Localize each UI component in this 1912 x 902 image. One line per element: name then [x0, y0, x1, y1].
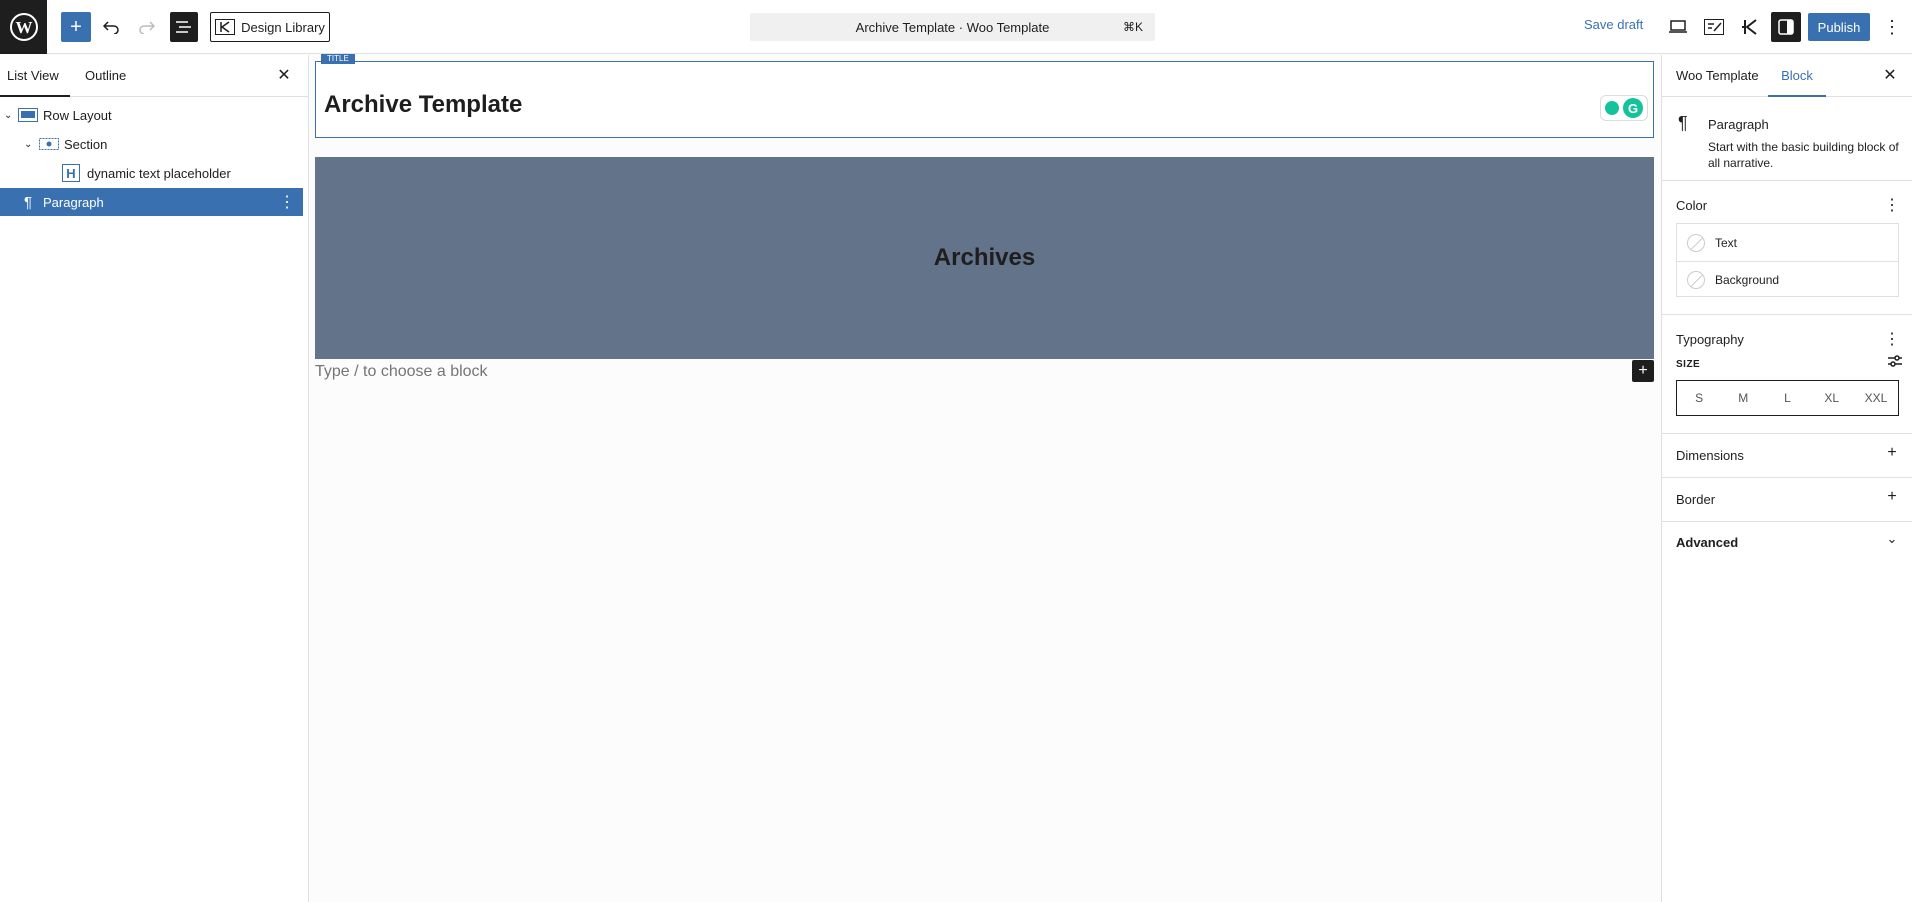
lightbulb-icon[interactable] — [1605, 101, 1619, 115]
options-menu-icon[interactable]: ⋮ — [1882, 12, 1902, 42]
tree-item-section[interactable]: ⌄ Section — [0, 130, 303, 158]
add-block-button[interactable]: + — [61, 12, 91, 42]
size-option[interactable]: XXL — [1854, 381, 1898, 415]
close-icon[interactable]: ✕ — [1880, 66, 1900, 86]
block-type-tag: TITLE — [321, 54, 355, 64]
tree-item-label: dynamic text placeholder — [87, 165, 231, 181]
dimensions-panel[interactable]: Dimensions + — [1662, 434, 1912, 478]
tree-item-dynamic-text[interactable]: H dynamic text placeholder — [0, 159, 303, 187]
title-block[interactable]: TITLE Archive Template G — [315, 54, 1654, 138]
tab-woo-template[interactable]: Woo Template — [1676, 55, 1759, 97]
document-overview-icon[interactable] — [170, 12, 198, 42]
list-view-panel: List View Outline ✕ ⌄ Row Layout ⌄ Secti… — [0, 55, 309, 902]
plus-icon[interactable]: + — [1882, 488, 1902, 506]
border-title: Border — [1676, 492, 1716, 507]
custom-size-icon[interactable] — [1888, 355, 1902, 370]
close-icon[interactable]: ✕ — [274, 66, 294, 86]
options-icon[interactable]: ⋮ — [1882, 329, 1902, 349]
color-panel: Color ⋮ Text Background — [1662, 181, 1912, 315]
color-title: Color — [1676, 198, 1708, 213]
grammarly-widget[interactable]: G — [1600, 95, 1648, 121]
tree-item-label: Paragraph — [43, 194, 104, 210]
wordpress-logo-icon[interactable]: W — [0, 0, 47, 54]
kadence-controls-icon[interactable] — [1735, 12, 1765, 42]
heading-icon: H — [61, 164, 81, 182]
settings-sidebar-icon[interactable] — [1771, 12, 1801, 42]
color-options: Text Background — [1676, 223, 1899, 297]
save-draft-button[interactable]: Save draft — [1584, 17, 1643, 32]
chevron-down-icon[interactable]: ⌄ — [1882, 531, 1902, 547]
desktop-preview-icon[interactable] — [1663, 12, 1693, 42]
block-name: Paragraph — [1708, 117, 1769, 132]
background-color-option[interactable]: Background — [1677, 261, 1898, 298]
font-size-picker: S M L XL XXL — [1676, 380, 1899, 416]
block-card: ¶ Paragraph Start with the basic buildin… — [1662, 97, 1912, 181]
empty-swatch-icon — [1687, 271, 1705, 289]
tree-item-label: Section — [64, 136, 108, 152]
design-library-label: Design Library — [241, 19, 325, 35]
redo-icon[interactable] — [134, 12, 160, 42]
hero-heading[interactable]: Archives — [934, 244, 1035, 272]
empty-swatch-icon — [1687, 233, 1705, 252]
hero-section[interactable]: Archives — [315, 157, 1654, 359]
design-library-button[interactable]: Design Library — [210, 12, 330, 42]
text-color-option[interactable]: Text — [1677, 224, 1898, 261]
tree-item-paragraph[interactable]: ¶ Paragraph ⋮ — [0, 188, 303, 216]
undo-icon[interactable] — [98, 12, 124, 42]
kadence-icon — [215, 19, 236, 35]
grammarly-icon[interactable]: G — [1623, 98, 1643, 118]
paragraph-icon: ¶ — [1678, 113, 1688, 133]
tree-item-row-layout[interactable]: ⌄ Row Layout — [0, 101, 303, 129]
block-inserter-icon[interactable]: + — [1632, 360, 1654, 382]
paragraph-placeholder[interactable]: Type / to choose a block — [315, 363, 488, 381]
svg-text:W: W — [15, 18, 32, 37]
page-title[interactable]: Archive Template — [324, 91, 522, 119]
color-option-label: Background — [1715, 273, 1780, 287]
chevron-down-icon[interactable]: ⌄ — [4, 110, 16, 121]
dimensions-title: Dimensions — [1676, 448, 1744, 463]
block-options-icon[interactable]: ⋮ — [279, 192, 295, 212]
left-panel-tabs: List View Outline ✕ — [0, 55, 308, 97]
row-layout-icon — [18, 106, 38, 124]
tree-item-label: Row Layout — [43, 107, 112, 123]
svg-text:H: H — [66, 166, 75, 181]
options-icon[interactable]: ⋮ — [1882, 195, 1902, 215]
shortcut-hint: ⌘K — [1122, 20, 1143, 34]
size-option[interactable]: L — [1765, 381, 1809, 415]
border-panel[interactable]: Border + — [1662, 478, 1912, 522]
size-option[interactable]: M — [1721, 381, 1765, 415]
paragraph-icon: ¶ — [23, 193, 33, 211]
color-option-label: Text — [1715, 235, 1738, 250]
size-option[interactable]: S — [1677, 381, 1721, 415]
size-option[interactable]: XL — [1810, 381, 1854, 415]
typography-panel: Typography ⋮ SIZE S M L XL XXL — [1662, 315, 1912, 434]
typography-title: Typography — [1676, 332, 1744, 347]
command-palette-button[interactable]: Archive Template · Woo Template ⌘K — [750, 13, 1155, 41]
block-description: Start with the basic building block of a… — [1708, 140, 1899, 170]
settings-panel: Woo Template Block ✕ ¶ Paragraph Start w… — [1661, 55, 1912, 902]
document-title: Archive Template · Woo Template — [855, 19, 1050, 35]
edit-template-icon[interactable] — [1699, 12, 1729, 42]
tab-outline[interactable]: Outline — [85, 55, 126, 97]
tab-list-view[interactable]: List View — [0, 55, 70, 97]
settings-tabs: Woo Template Block ✕ — [1662, 55, 1912, 97]
editor-canvas: TITLE Archive Template G Archives Type /… — [310, 54, 1660, 902]
plus-icon[interactable]: + — [1882, 444, 1902, 462]
advanced-title: Advanced — [1676, 535, 1739, 550]
advanced-panel[interactable]: Advanced ⌄ — [1662, 522, 1912, 566]
chevron-down-icon[interactable]: ⌄ — [24, 139, 36, 150]
tab-block[interactable]: Block — [1768, 55, 1826, 97]
section-icon — [39, 135, 59, 153]
size-label: SIZE — [1676, 359, 1701, 370]
publish-button[interactable]: Publish — [1808, 13, 1870, 41]
top-toolbar: W + Design Library Archive Template · Wo… — [0, 0, 1912, 54]
